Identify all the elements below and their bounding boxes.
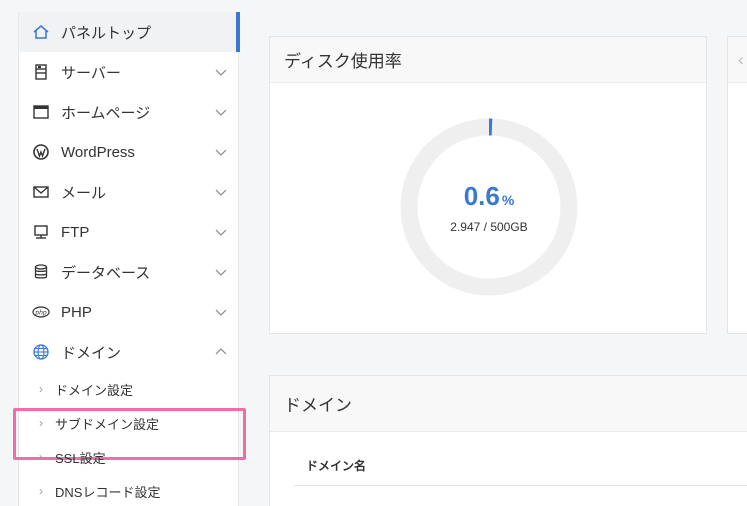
mail-icon	[31, 182, 51, 202]
sidebar-item-label: パネルトップ	[61, 24, 152, 42]
sub-item-label: SSL設定	[55, 450, 106, 466]
sidebar-item-label: WordPress	[61, 143, 135, 161]
sidebar-item-label: PHP	[61, 303, 92, 321]
ftp-icon	[31, 222, 51, 242]
sidebar-item-label: ホームページ	[61, 104, 151, 122]
sidebar-item-mail[interactable]: メール	[19, 172, 238, 212]
chevron-down-icon[interactable]	[214, 225, 228, 239]
sidebar-item-ftp[interactable]: FTP	[19, 212, 238, 252]
sidebar-item-homepage[interactable]: ホームページ	[19, 92, 238, 132]
window-icon	[31, 102, 51, 122]
chevron-right-icon: ›	[39, 416, 43, 430]
wordpress-icon	[31, 142, 51, 162]
sidebar-item-label: FTP	[61, 223, 90, 241]
disk-usage-percent: 0.6%	[463, 180, 515, 211]
sub-item-label: サブドメイン設定	[55, 416, 160, 432]
sub-item-label: DNSレコード設定	[55, 484, 161, 500]
chevron-down-icon[interactable]	[214, 145, 228, 159]
sidebar: パネルトップ サーバー ホームページ WordPress メール FTP データ…	[13, 12, 246, 506]
globe-icon	[31, 342, 51, 362]
chevron-right-icon: ›	[39, 450, 43, 464]
sidebar-item-wordpress[interactable]: WordPress	[19, 132, 238, 172]
card-title: ディスク使用率	[270, 37, 706, 83]
partial-card: ‹	[727, 36, 747, 334]
sidebar-item-panel-top[interactable]: パネルトップ	[19, 12, 240, 52]
sidebar-item-label: サーバー	[61, 64, 121, 82]
php-icon: php	[31, 302, 51, 322]
sub-item-label: ドメイン設定	[55, 382, 134, 398]
chevron-down-icon[interactable]	[214, 265, 228, 279]
sidebar-item-label: メール	[61, 184, 107, 202]
server-icon	[31, 62, 51, 82]
chevron-right-icon: ›	[39, 382, 43, 396]
disk-usage-card: ディスク使用率 0.6% 2.947 / 500GB	[269, 36, 707, 334]
chevron-down-icon[interactable]	[214, 305, 228, 319]
chevron-up-icon[interactable]	[214, 345, 228, 359]
card-title: ドメイン	[270, 376, 747, 432]
disk-usage-amount: 2.947 / 500GB	[450, 219, 528, 234]
chevron-down-icon[interactable]	[214, 65, 228, 79]
sidebar-item-php[interactable]: php PHP	[19, 292, 238, 332]
chevron-right-icon: ›	[39, 484, 43, 498]
sidebar-item-server[interactable]: サーバー	[19, 52, 238, 92]
sidebar-item-label: データベース	[61, 264, 151, 282]
sub-item-subdomain-settings[interactable]: › サブドメイン設定	[13, 406, 246, 460]
column-header-domain-name: ドメイン名	[294, 446, 747, 486]
sidebar-item-label: ドメイン	[61, 344, 122, 362]
home-icon	[31, 22, 51, 42]
domain-card: ドメイン ドメイン名	[269, 375, 747, 506]
partial-card-header: ‹	[728, 37, 747, 83]
chevron-down-icon[interactable]	[214, 185, 228, 199]
svg-text:php: php	[34, 309, 47, 316]
sub-item-ssl-settings[interactable]: › SSL設定	[19, 440, 238, 474]
chevron-down-icon[interactable]	[214, 105, 228, 119]
sidebar-item-database[interactable]: データベース	[19, 252, 238, 292]
sidebar-item-domain[interactable]: ドメイン	[19, 332, 238, 372]
database-icon	[31, 262, 51, 282]
sub-item-dns-record-settings[interactable]: › DNSレコード設定	[19, 474, 238, 506]
sub-item-domain-settings[interactable]: › ドメイン設定	[19, 372, 238, 406]
